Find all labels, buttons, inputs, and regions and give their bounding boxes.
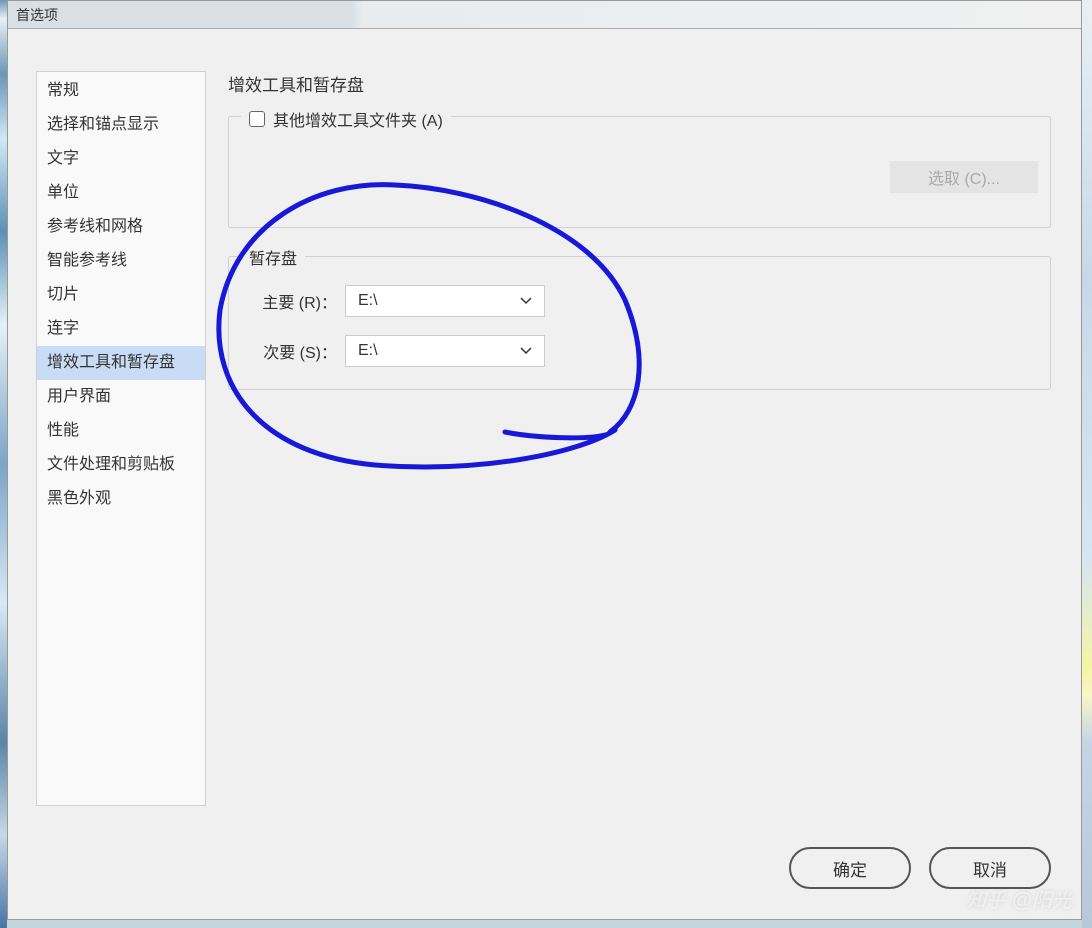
primary-disk-value: E:\ [358, 292, 378, 310]
sidebar-item-units[interactable]: 单位 [37, 176, 205, 210]
preferences-sidebar: 常规 选择和锚点显示 文字 单位 参考线和网格 智能参考线 切片 连字 增效工具… [36, 71, 206, 806]
secondary-disk-row: 次要 (S)： E:\ [247, 335, 1032, 367]
plugin-folder-label: 其他增效工具文件夹 (A) [273, 107, 443, 131]
ok-button[interactable]: 确定 [789, 847, 911, 889]
sidebar-item-user-interface[interactable]: 用户界面 [37, 380, 205, 414]
select-folder-button: 选取 (C)... [890, 161, 1038, 193]
plugin-folder-legend: 其他增效工具文件夹 (A) [241, 107, 451, 131]
panel-title: 增效工具和暂存盘 [228, 71, 1051, 96]
window-title: 首选项 [16, 5, 58, 25]
plugin-folder-group: 其他增效工具文件夹 (A) 选取 (C)... [228, 116, 1051, 228]
sidebar-item-black-appearance[interactable]: 黑色外观 [37, 482, 205, 516]
chevron-down-icon [520, 292, 532, 310]
primary-disk-dropdown[interactable]: E:\ [345, 285, 545, 317]
preferences-dialog: 首选项 常规 选择和锚点显示 文字 单位 参考线和网格 智能参考线 切片 连字 … [7, 0, 1082, 920]
main-panel: 增效工具和暂存盘 其他增效工具文件夹 (A) 选取 (C)... 暂存盘 主要 … [228, 71, 1051, 819]
title-bar: 首选项 [8, 1, 1081, 29]
sidebar-item-file-clipboard[interactable]: 文件处理和剪贴板 [37, 448, 205, 482]
cancel-button[interactable]: 取消 [929, 847, 1051, 889]
scratch-disk-group: 暂存盘 主要 (R)： E:\ 次要 (S)： E:\ [228, 256, 1051, 390]
primary-disk-row: 主要 (R)： E:\ [247, 285, 1032, 317]
primary-disk-label: 主要 (R)： [247, 289, 345, 313]
secondary-disk-value: E:\ [358, 342, 378, 360]
sidebar-item-general[interactable]: 常规 [37, 74, 205, 108]
scratch-disk-legend: 暂存盘 [241, 245, 305, 269]
secondary-disk-dropdown[interactable]: E:\ [345, 335, 545, 367]
sidebar-item-performance[interactable]: 性能 [37, 414, 205, 448]
sidebar-item-selection-anchor[interactable]: 选择和锚点显示 [37, 108, 205, 142]
sidebar-item-slices[interactable]: 切片 [37, 278, 205, 312]
sidebar-item-plugins-scratch[interactable]: 增效工具和暂存盘 [37, 346, 205, 380]
dialog-buttons: 确定 取消 [789, 847, 1051, 889]
secondary-disk-label: 次要 (S)： [247, 339, 345, 363]
sidebar-item-hyphenation[interactable]: 连字 [37, 312, 205, 346]
sidebar-item-type[interactable]: 文字 [37, 142, 205, 176]
sidebar-item-guides-grid[interactable]: 参考线和网格 [37, 210, 205, 244]
plugin-folder-checkbox[interactable] [249, 111, 265, 127]
sidebar-item-smart-guides[interactable]: 智能参考线 [37, 244, 205, 278]
window-left-edge [0, 0, 7, 928]
window-right-edge [1082, 0, 1092, 928]
chevron-down-icon [520, 342, 532, 360]
